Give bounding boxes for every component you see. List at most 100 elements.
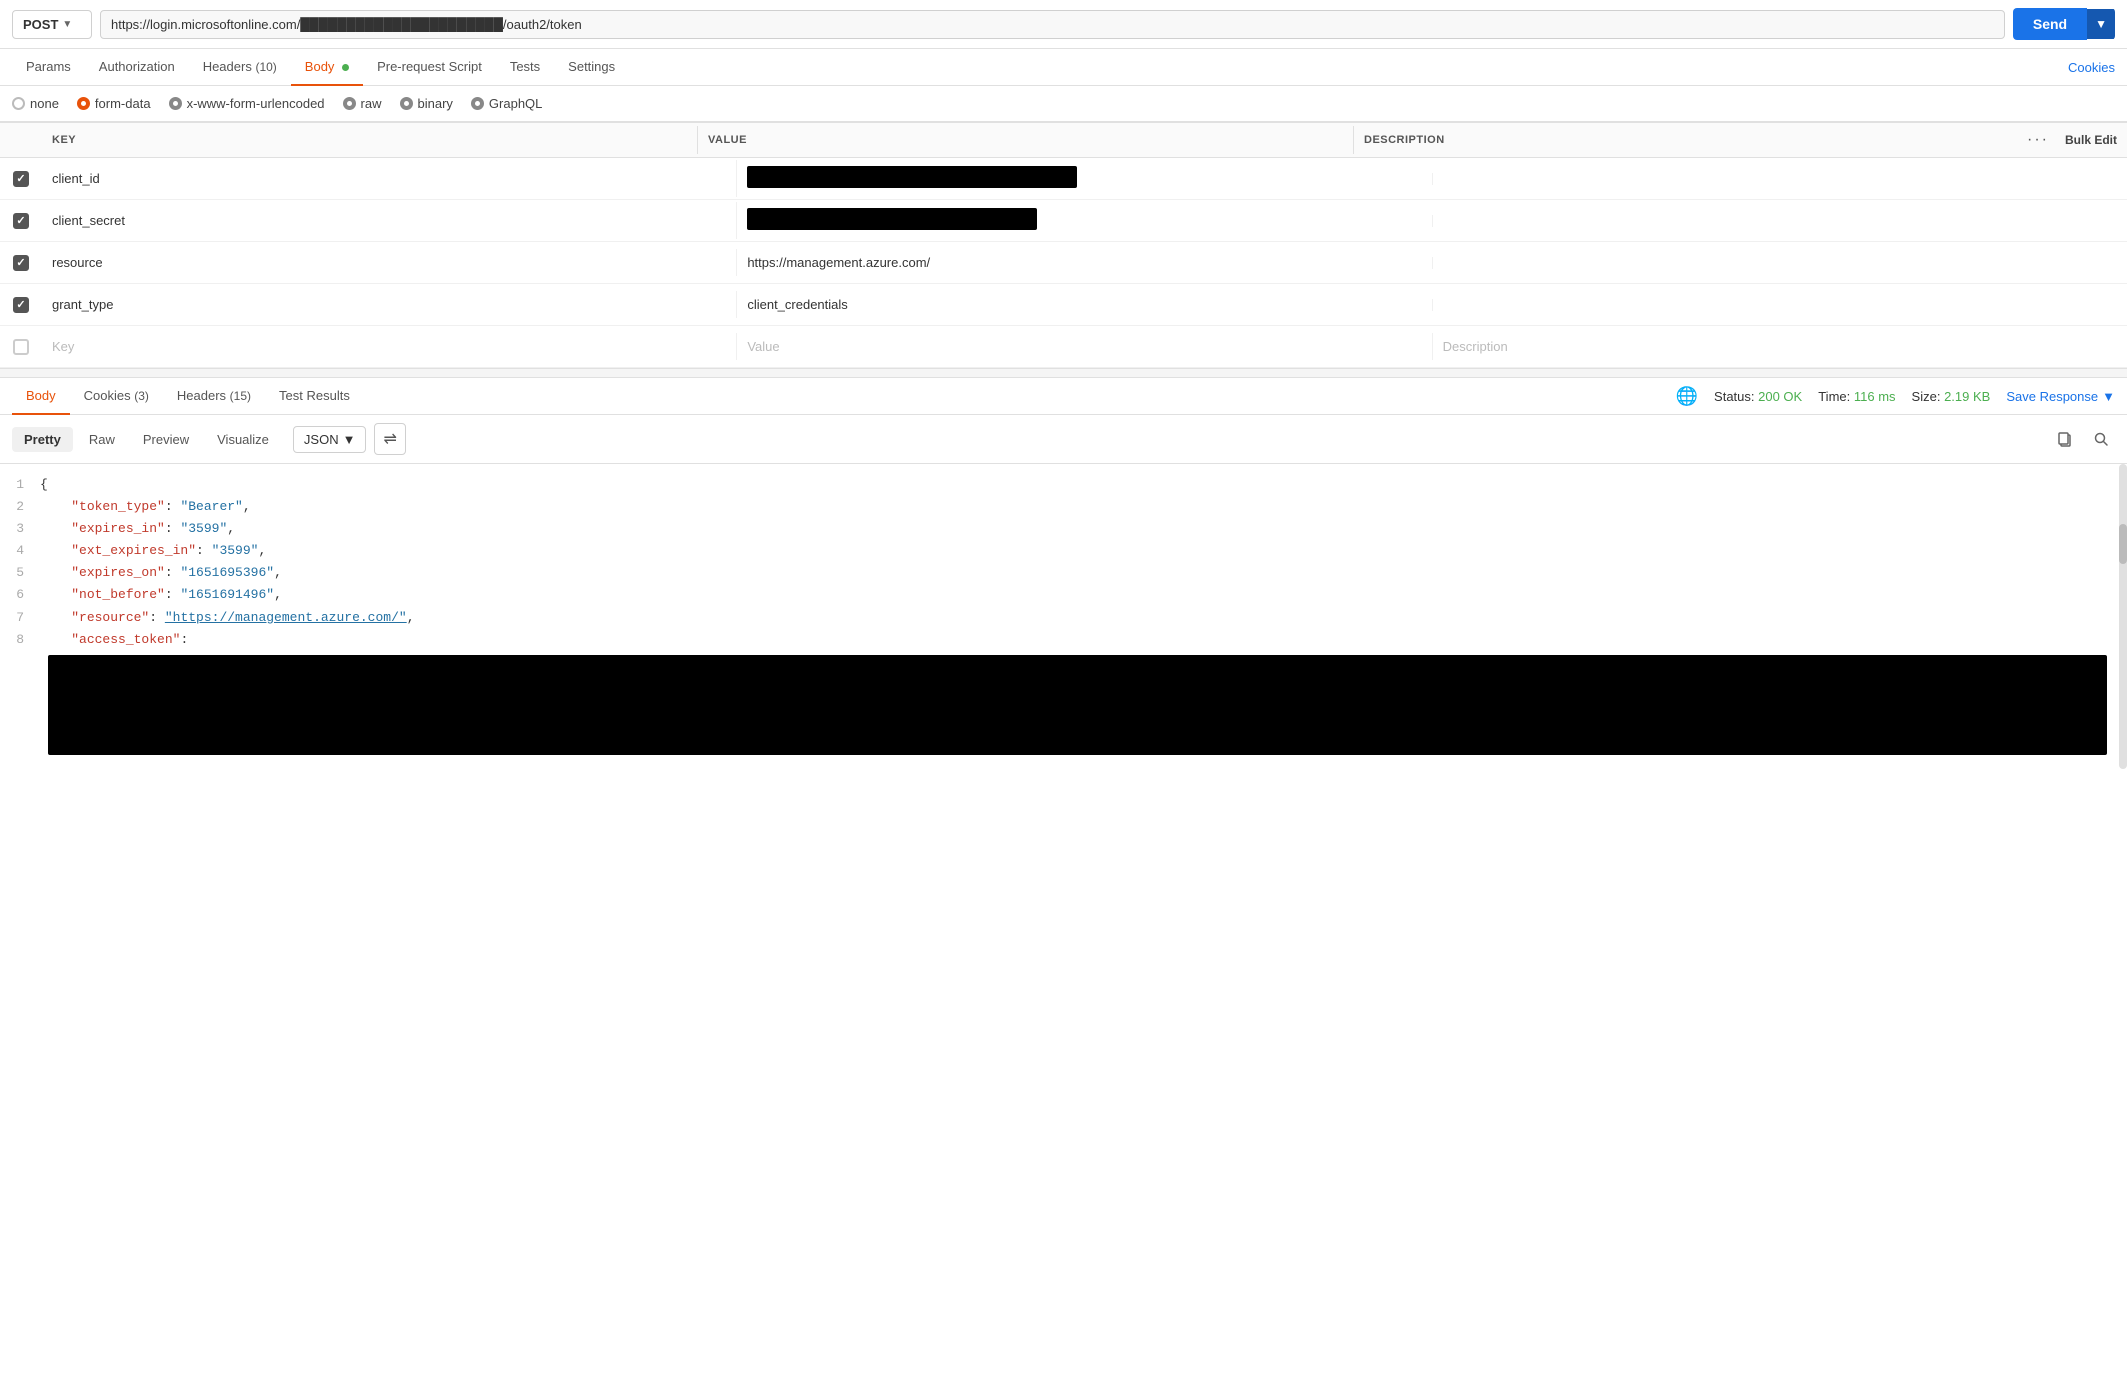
row-key-5[interactable]: Key: [42, 333, 736, 360]
radio-urlencoded[interactable]: x-www-form-urlencoded: [169, 96, 325, 111]
tab-authorization[interactable]: Authorization: [85, 49, 189, 86]
table-row: client_secret: [0, 200, 2127, 242]
code-line-8: 8 "access_token":: [0, 629, 2127, 651]
th-actions: ··· Bulk Edit: [2009, 123, 2127, 157]
body-dot: [342, 64, 349, 71]
row-key-2[interactable]: client_secret: [42, 207, 736, 234]
row-desc-3[interactable]: [1432, 257, 2127, 269]
row-checkbox-2[interactable]: [0, 205, 42, 237]
desc-placeholder: Description: [1443, 339, 1508, 354]
row-checkbox-3[interactable]: [0, 247, 42, 279]
response-tab-headers[interactable]: Headers (15): [163, 378, 265, 415]
section-divider: [0, 368, 2127, 378]
json-selector-chevron: ▼: [343, 432, 356, 447]
code-content-7: "resource": "https://management.azure.co…: [40, 607, 2127, 629]
bulk-edit-button[interactable]: Bulk Edit: [2065, 133, 2117, 147]
wrap-button[interactable]: ⇌: [374, 423, 405, 455]
row-checkbox-5[interactable]: [0, 331, 42, 363]
scrollbar[interactable]: [2119, 464, 2127, 769]
code-content-4: "ext_expires_in": "3599",: [40, 540, 2127, 562]
row-key-3[interactable]: resource: [42, 249, 736, 276]
th-checkbox: [0, 132, 42, 148]
code-content-5: "expires_on": "1651695396",: [40, 562, 2127, 584]
table-row: client_id: [0, 158, 2127, 200]
save-response-button[interactable]: Save Response ▼: [2006, 389, 2115, 404]
size-label: Size: 2.19 KB: [1912, 389, 1991, 404]
row-value-4[interactable]: client_credentials: [736, 291, 1431, 318]
search-icon[interactable]: [2087, 425, 2115, 453]
radio-none[interactable]: none: [12, 96, 59, 111]
table-row: resource https://management.azure.com/: [0, 242, 2127, 284]
code-line-7: 7 "resource": "https://management.azure.…: [0, 607, 2127, 629]
time-label: Time: 116 ms: [1818, 389, 1895, 404]
row-desc-1[interactable]: [1432, 173, 2127, 185]
th-value: VALUE: [697, 126, 1353, 154]
row-value-2[interactable]: [736, 202, 1431, 239]
radio-graphql[interactable]: GraphQL: [471, 96, 542, 111]
url-bar: POST ▼ Send ▼: [0, 0, 2127, 49]
row-value-5[interactable]: Value: [736, 333, 1431, 360]
format-bar: Pretty Raw Preview Visualize JSON ▼ ⇌: [0, 415, 2127, 464]
tab-prerequest[interactable]: Pre-request Script: [363, 49, 496, 86]
line-num-8: 8: [0, 629, 40, 651]
checkbox-1[interactable]: [13, 171, 29, 187]
tab-headers[interactable]: Headers (10): [189, 49, 291, 86]
format-bar-right: [2051, 425, 2115, 453]
row-desc-2[interactable]: [1432, 215, 2127, 227]
more-options-icon[interactable]: ···: [2019, 131, 2057, 149]
radio-binary[interactable]: binary: [400, 96, 453, 111]
format-tab-raw[interactable]: Raw: [77, 427, 127, 452]
response-tab-test-results[interactable]: Test Results: [265, 378, 364, 415]
tab-tests[interactable]: Tests: [496, 49, 554, 86]
copy-icon[interactable]: [2051, 425, 2079, 453]
scrollbar-thumb[interactable]: [2119, 524, 2127, 564]
code-view: 1 { 2 "token_type": "Bearer", 3 "expires…: [0, 464, 2127, 769]
response-headers-badge: (15): [230, 389, 251, 403]
tab-settings[interactable]: Settings: [554, 49, 629, 86]
row-key-4[interactable]: grant_type: [42, 291, 736, 318]
code-content-1: {: [40, 474, 2127, 496]
cookies-link[interactable]: Cookies: [2068, 60, 2115, 75]
status-code: 200 OK: [1758, 389, 1802, 404]
row-desc-5[interactable]: Description: [1432, 333, 2127, 360]
body-type-bar: none form-data x-www-form-urlencoded raw…: [0, 86, 2127, 122]
checkbox-3[interactable]: [13, 255, 29, 271]
tab-body[interactable]: Body: [291, 49, 363, 86]
format-tab-preview[interactable]: Preview: [131, 427, 201, 452]
line-num-7: 7: [0, 607, 40, 629]
radio-none-circle: [12, 97, 25, 110]
checkbox-5-empty[interactable]: [13, 339, 29, 355]
row-key-1[interactable]: client_id: [42, 165, 736, 192]
radio-form-data-circle: [77, 97, 90, 110]
row-checkbox-1[interactable]: [0, 163, 42, 195]
row-value-1[interactable]: [736, 160, 1431, 197]
method-selector[interactable]: POST ▼: [12, 10, 92, 39]
send-dropdown-button[interactable]: ▼: [2087, 9, 2115, 39]
url-input[interactable]: [100, 10, 2005, 39]
row-checkbox-4[interactable]: [0, 289, 42, 321]
row-value-3[interactable]: https://management.azure.com/: [736, 249, 1431, 276]
resource-link[interactable]: "https://management.azure.com/": [165, 610, 407, 625]
response-tab-body[interactable]: Body: [12, 378, 70, 415]
format-tab-visualize[interactable]: Visualize: [205, 427, 281, 452]
table-row: grant_type client_credentials: [0, 284, 2127, 326]
tab-params[interactable]: Params: [12, 49, 85, 86]
code-line-6: 6 "not_before": "1651691496",: [0, 584, 2127, 606]
globe-icon: 🌐: [1676, 386, 1698, 407]
radio-form-data-label: form-data: [95, 96, 151, 111]
row-desc-4[interactable]: [1432, 299, 2127, 311]
th-description: DESCRIPTION: [1353, 126, 2009, 154]
response-tab-cookies[interactable]: Cookies (3): [70, 378, 163, 415]
checkbox-2[interactable]: [13, 213, 29, 229]
radio-form-data[interactable]: form-data: [77, 96, 151, 111]
radio-raw[interactable]: raw: [343, 96, 382, 111]
redacted-value-2: [747, 208, 1037, 230]
checkbox-4[interactable]: [13, 297, 29, 313]
th-key: KEY: [42, 126, 697, 154]
line-num-4: 4: [0, 540, 40, 562]
format-tab-pretty[interactable]: Pretty: [12, 427, 73, 452]
code-line-3: 3 "expires_in": "3599",: [0, 518, 2127, 540]
json-format-selector[interactable]: JSON ▼: [293, 426, 367, 453]
redacted-value-1: [747, 166, 1077, 188]
send-main-button[interactable]: Send: [2013, 8, 2087, 40]
